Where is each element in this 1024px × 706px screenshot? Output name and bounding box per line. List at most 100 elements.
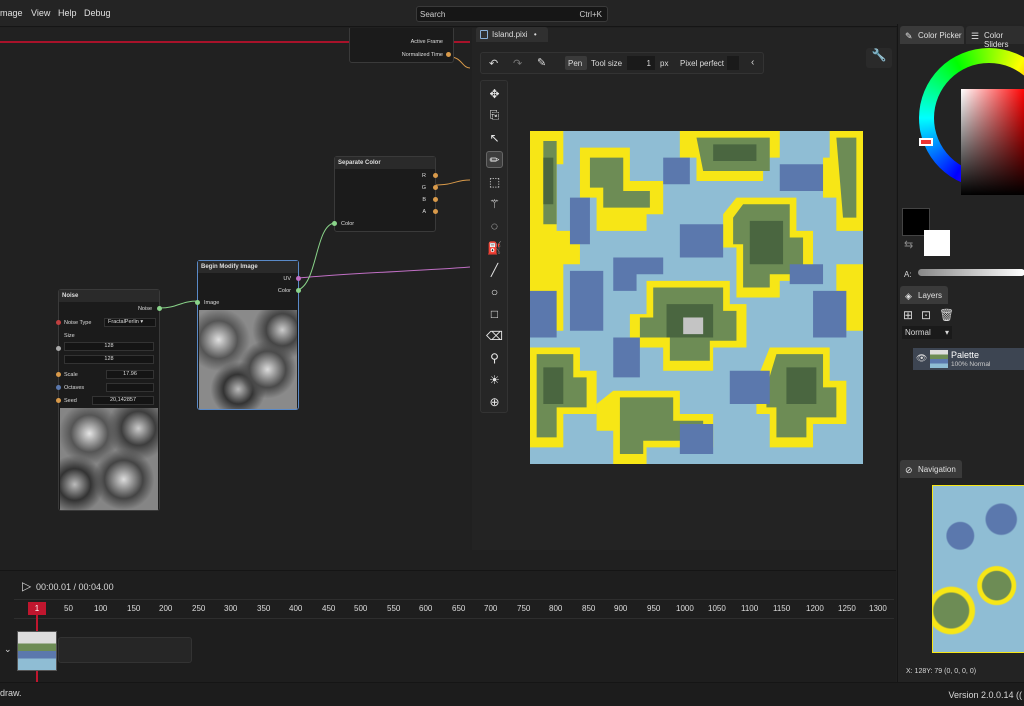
menu-help[interactable]: Help	[58, 8, 77, 18]
hue-handle[interactable]	[919, 138, 933, 146]
alpha-label: A:	[904, 270, 912, 279]
playhead[interactable]: 1	[28, 602, 46, 615]
input-image-pin[interactable]	[195, 300, 200, 305]
blend-mode-select[interactable]: Normal ▾	[902, 326, 952, 339]
output-noise-pin[interactable]	[157, 306, 162, 311]
alpha-slider[interactable]	[918, 269, 1024, 276]
navigation-preview[interactable]	[932, 485, 1024, 653]
rectangle-icon[interactable]: □	[486, 305, 503, 322]
node-title: Noise	[59, 290, 159, 302]
seed-field[interactable]: 20,142857	[92, 396, 154, 405]
color-picker-tab-icon: ✎	[905, 31, 913, 41]
track-thumbnail[interactable]	[17, 631, 57, 671]
redo-icon[interactable]: ↷	[513, 57, 522, 70]
input-color-label: Color	[341, 221, 355, 227]
output-noise-label: Noise	[137, 306, 152, 312]
size-y-field[interactable]: 128	[64, 355, 154, 364]
arrow-select-icon[interactable]: ↖	[486, 129, 503, 146]
pixel-perfect-checkbox[interactable]	[727, 56, 739, 70]
scale-field[interactable]: 17.96	[106, 370, 154, 379]
output-color-label: Color	[277, 288, 291, 294]
saturation-value-square[interactable]	[961, 89, 1024, 195]
normalized-time-pin[interactable]	[446, 52, 451, 57]
tab-color-sliders[interactable]: ☰ Color Sliders	[966, 26, 1024, 49]
menu-view[interactable]: View	[31, 8, 50, 18]
tick-750: 750	[517, 604, 531, 613]
octaves-field[interactable]	[106, 383, 154, 392]
wrench-icon[interactable]: 🔧	[866, 48, 892, 68]
output-g-pin[interactable]	[433, 185, 438, 190]
select-layer-icon[interactable]: ⎘	[486, 107, 503, 124]
tab-layers[interactable]: ◈ Layers	[900, 286, 948, 304]
output-uv-pin[interactable]	[296, 276, 301, 281]
keyframe-clip[interactable]	[58, 637, 192, 663]
delete-layer-icon[interactable]: 🗑	[939, 308, 954, 322]
secondary-color-swatch[interactable]	[924, 230, 950, 256]
tab-color-picker[interactable]: ✎ Color Picker	[900, 26, 964, 44]
layer-row-palette[interactable]: 👁 Palette 100% Normal	[913, 348, 1024, 370]
layer-name: Palette	[951, 350, 980, 360]
time-node[interactable]: Active Frame Normalized Time	[349, 28, 454, 63]
pen-icon[interactable]: ✏	[486, 151, 503, 168]
noise-output-preview	[60, 408, 158, 510]
brightness-icon[interactable]: ☀	[486, 371, 503, 388]
size-label: Size	[64, 333, 75, 339]
search-box[interactable]: Search Ctrl+K	[416, 6, 608, 22]
right-panel: ✎ Color Picker ☰ Color Sliders ⇆ A: ◈ La…	[897, 24, 1024, 706]
seed-label: Seed	[64, 398, 77, 404]
document-name: Island.pixi	[492, 30, 528, 39]
noise-type-pin[interactable]	[56, 320, 61, 325]
tick-300: 300	[224, 604, 238, 613]
separate-color-node[interactable]: Separate Color R G B A Color	[332, 156, 438, 232]
add-layer-icon[interactable]: ⊞	[903, 308, 913, 322]
noise-node[interactable]: Noise Noise Noise Type FractalPerlin ▾ S…	[56, 289, 162, 511]
move-icon[interactable]: ✥	[486, 85, 503, 102]
node-graph[interactable]: Active Frame Normalized Time Separate Co…	[0, 28, 470, 550]
play-icon[interactable]: ▷	[22, 579, 31, 593]
rect-select-icon[interactable]: ⬚	[486, 173, 503, 190]
fill-bucket-icon[interactable]: ⛽	[486, 239, 503, 256]
lasso-icon[interactable]: ◌	[486, 217, 503, 234]
output-color-pin[interactable]	[296, 288, 301, 293]
begin-modify-image-node[interactable]: Begin Modify Image UV Color Image	[195, 260, 301, 410]
tick-600: 600	[419, 604, 433, 613]
tick-1150: 1150	[773, 604, 791, 613]
input-color-pin[interactable]	[332, 221, 337, 226]
document-tab[interactable]: Island.pixi •	[476, 27, 548, 42]
tick-50: 50	[64, 604, 73, 613]
add-folder-icon[interactable]: ⊡	[921, 308, 931, 322]
tick-950: 950	[647, 604, 661, 613]
magic-wand-icon[interactable]: ⚚	[486, 195, 503, 212]
noise-type-value: FractalPerlin	[108, 319, 139, 325]
pixel-art-canvas[interactable]	[530, 131, 863, 464]
output-a-label: A	[422, 209, 426, 215]
scale-pin[interactable]	[56, 372, 61, 377]
pen-mode-button[interactable]: Pen	[565, 56, 587, 70]
ellipse-icon[interactable]: ○	[486, 283, 503, 300]
tab-navigation[interactable]: ⊘ Navigation	[900, 460, 962, 478]
tick-1250: 1250	[838, 604, 856, 613]
expand-track-icon[interactable]: ⌄	[4, 644, 12, 655]
size-pin[interactable]	[56, 346, 61, 351]
seed-pin[interactable]	[56, 398, 61, 403]
undo-icon[interactable]: ↶	[489, 57, 498, 70]
collapse-toolbar-icon[interactable]: ‹	[751, 57, 754, 68]
line-icon[interactable]: ╱	[486, 261, 503, 278]
output-b-pin[interactable]	[433, 197, 438, 202]
menu-debug[interactable]: Debug	[84, 8, 111, 18]
edit-icon[interactable]: ✎	[537, 56, 546, 69]
output-b-label: B	[422, 197, 426, 203]
zoom-icon[interactable]: ⊕	[486, 393, 503, 410]
output-a-pin[interactable]	[433, 209, 438, 214]
tool-size-input[interactable]: 1	[627, 56, 655, 70]
visibility-eye-icon[interactable]: 👁	[916, 353, 927, 364]
blend-mode-value: Normal	[905, 328, 931, 337]
size-x-field[interactable]: 128	[64, 342, 154, 351]
octaves-pin[interactable]	[56, 385, 61, 390]
menu-image[interactable]: mage	[0, 8, 23, 18]
color-picker-icon[interactable]: ⚲	[486, 349, 503, 366]
output-r-pin[interactable]	[433, 173, 438, 178]
noise-type-select[interactable]: FractalPerlin ▾	[104, 318, 156, 327]
swap-colors-icon[interactable]: ⇆	[904, 238, 913, 251]
eraser-icon[interactable]: ⌫	[486, 327, 503, 344]
